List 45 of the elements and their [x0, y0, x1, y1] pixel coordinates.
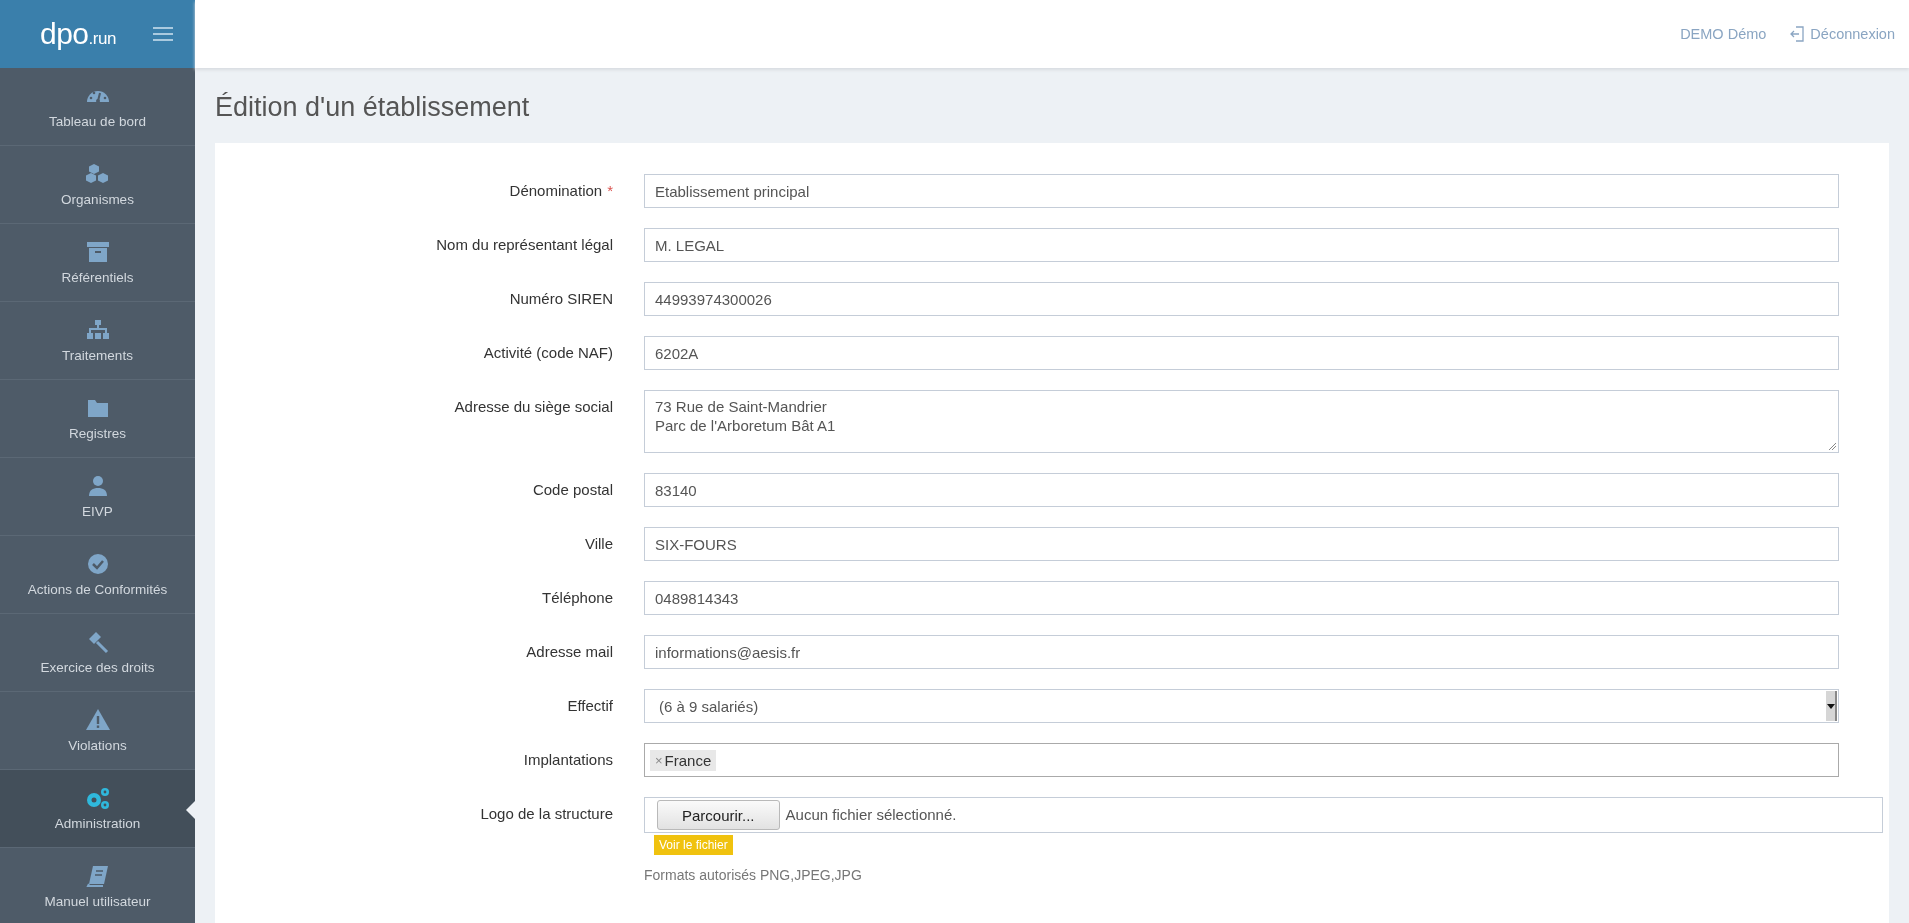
textarea-line: Parc de l'Arboretum Bât A1 — [655, 416, 836, 435]
menu-icon[interactable] — [153, 27, 173, 41]
text-field[interactable]: 0489814343 — [644, 581, 1839, 615]
field-label: Nom du représentant légal — [436, 236, 613, 253]
remove-tag-icon[interactable]: × — [655, 752, 663, 768]
field-label: Numéro SIREN — [509, 290, 613, 307]
text-field[interactable]: 83140 — [644, 473, 1839, 507]
field-label: Effectif — [567, 697, 613, 714]
resize-grip-icon[interactable] — [1828, 442, 1836, 450]
file-field[interactable]: Parcourir... Aucun fichier sélectionné. — [644, 797, 1883, 833]
logo[interactable]: dpo.run — [40, 17, 116, 51]
file-status: Aucun fichier sélectionné. — [785, 805, 957, 825]
text-field[interactable]: Etablissement principal — [644, 174, 1839, 208]
field-label: Ville — [584, 535, 613, 552]
field-label: Code postal — [532, 481, 613, 498]
book-icon — [84, 864, 111, 888]
help-text: Formats autorisés PNG,JPEG,JPG — [644, 867, 863, 883]
field-label: Logo de la structure — [480, 805, 613, 822]
field-label: Activité (code NAF) — [483, 344, 613, 361]
field-label: Adresse du siège social — [454, 398, 613, 415]
text-field[interactable]: SIX-FOURS — [644, 527, 1839, 561]
logout-link[interactable]: Déconnexion — [1790, 26, 1895, 42]
field-label: Implantations — [523, 751, 613, 768]
text-field[interactable]: 44993974300026 — [644, 282, 1839, 316]
required-mark: * — [607, 182, 613, 199]
page-title: Édition d'un établissement — [214, 91, 531, 124]
user-link[interactable]: DEMO Démo — [1680, 26, 1767, 42]
text-field[interactable]: informations@aesis.fr — [644, 635, 1839, 669]
tag-chip: ×France — [650, 749, 717, 771]
cubes-icon — [84, 162, 111, 186]
field-label: Téléphone — [542, 589, 613, 606]
sidebar-item[interactable]: Administration — [0, 770, 195, 848]
textarea-field[interactable]: 73 Rue de Saint-Mandrier Parc de l'Arboretum Bât A1 — [644, 390, 1839, 453]
tags-field[interactable]: ×France — [644, 743, 1839, 777]
browse-button[interactable]: Parcourir... — [657, 800, 780, 830]
warning-icon — [84, 708, 111, 732]
field-label: Dénomination — [509, 182, 603, 199]
textarea-line: 73 Rue de Saint-Mandrier — [655, 397, 827, 416]
archive-icon — [84, 240, 111, 264]
logout-icon — [1790, 26, 1805, 42]
field-label: Adresse mail — [526, 643, 613, 660]
sitemap-icon — [84, 318, 111, 342]
text-field[interactable]: 6202A — [644, 336, 1839, 370]
select-field[interactable]: (6 à 9 salariés) — [644, 689, 1839, 723]
text-field[interactable]: M. LEGAL — [644, 228, 1839, 262]
